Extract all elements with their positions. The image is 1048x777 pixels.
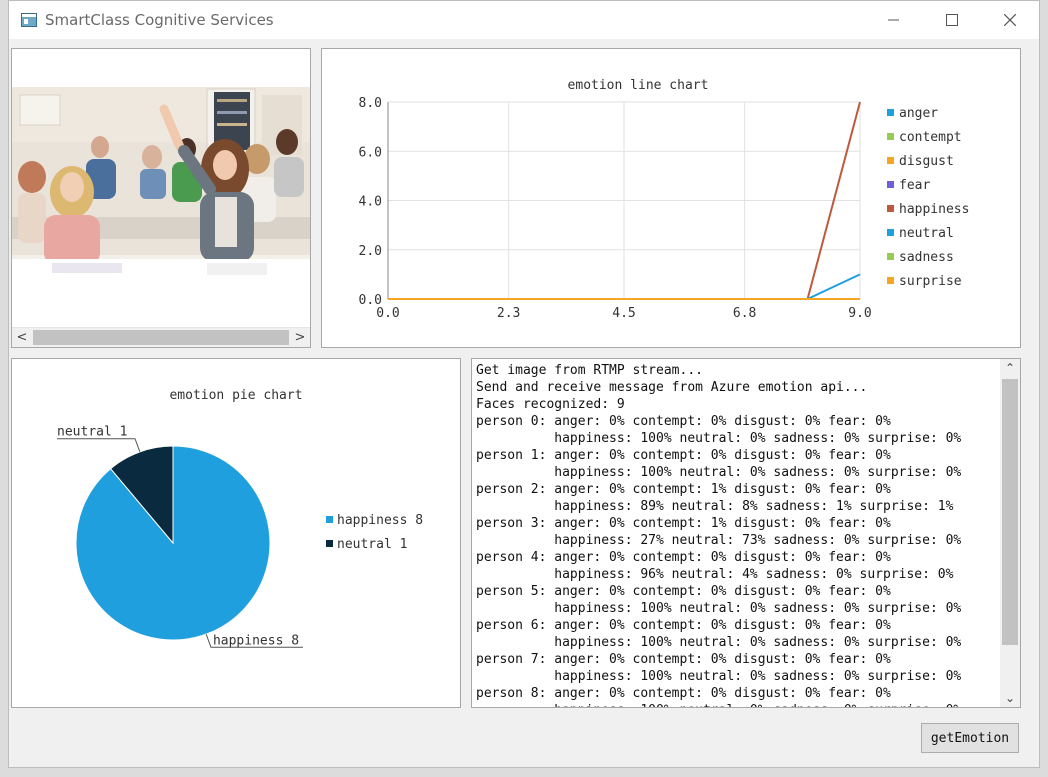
log-output-panel[interactable]: Get image from RTMP stream... Send and r… — [471, 358, 1021, 708]
x-tick-label: 4.5 — [612, 306, 635, 321]
minimize-button[interactable] — [865, 1, 923, 39]
chevron-left-icon: < — [16, 330, 28, 345]
log-line: happiness: 100% neutral: 0% sadness: 0% … — [476, 669, 962, 684]
legend-label-surprise: surprise — [899, 274, 962, 289]
legend-marker-happiness — [887, 205, 894, 212]
log-line: person 8: anger: 0% contempt: 0% disgust… — [476, 686, 891, 701]
log-line: happiness: 27% neutral: 73% sadness: 0% … — [476, 533, 962, 548]
legend-marker-fear — [887, 181, 894, 188]
legend-label-fear: fear — [899, 178, 930, 193]
pie-legend-label: happiness 8 — [337, 513, 423, 528]
scroll-down-button[interactable]: ⌄ — [1000, 689, 1020, 707]
log-line: happiness: 89% neutral: 8% sadness: 1% s… — [476, 499, 954, 514]
legend-marker-neutral — [887, 229, 894, 236]
pie-chart-title: emotion pie chart — [169, 388, 302, 403]
pie-legend-marker — [326, 540, 333, 547]
log-line: person 4: anger: 0% contempt: 0% disgust… — [476, 550, 891, 565]
log-line: person 7: anger: 0% contempt: 0% disgust… — [476, 652, 891, 667]
log-line: happiness: 100% neutral: 0% sadness: 0% … — [476, 431, 962, 446]
x-tick-label: 2.3 — [497, 306, 520, 321]
pie-callout-line — [57, 438, 141, 453]
pie-legend-label: neutral 1 — [337, 537, 407, 552]
maximize-button[interactable] — [923, 1, 981, 39]
line-chart-panel: emotion line chart 0.0 2.0 4.0 6.0 8.0 0.0 2.3 4… — [321, 48, 1021, 348]
log-line: person 2: anger: 0% contempt: 1% disgust… — [476, 482, 891, 497]
pie-callout-label: happiness 8 — [213, 633, 299, 648]
log-line: Get image from RTMP stream... — [476, 363, 703, 378]
scrollbar-thumb[interactable] — [33, 330, 289, 345]
legend-label-contempt: contempt — [899, 130, 962, 145]
emotion-line-chart: emotion line chart0.02.04.06.08.00.0 2.3 4… — [359, 78, 970, 321]
y-tick-label: 4.0 — [359, 195, 382, 210]
log-line: happiness: 100% neutral: 0% sadness: 0% … — [476, 635, 962, 650]
legend-marker-anger — [887, 109, 894, 116]
legend-label-neutral: neutral — [899, 226, 954, 241]
maximize-icon — [946, 14, 958, 26]
y-tick-label: 2.0 — [359, 244, 382, 259]
pie-chart-panel: emotion pie chart happiness 8 neutral 1 hap… — [11, 358, 461, 708]
line-chart-title: emotion line chart — [568, 78, 709, 93]
chevron-up-icon: ⌃ — [1004, 361, 1016, 375]
classroom-photo — [12, 87, 310, 287]
legend-marker-surprise — [887, 277, 894, 284]
legend-label-disgust: disgust — [899, 154, 954, 169]
chevron-down-icon: ⌄ — [1004, 691, 1016, 705]
y-tick-label: 6.0 — [359, 145, 382, 160]
log-line: Send and receive message from Azure emot… — [476, 380, 868, 395]
title-bar[interactable]: SmartClass Cognitive Services — [9, 1, 1039, 39]
scroll-up-button[interactable]: ⌃ — [1000, 359, 1020, 377]
log-line: person 3: anger: 0% contempt: 1% disgust… — [476, 516, 891, 531]
log-text: Get image from RTMP stream... Send and r… — [476, 362, 1000, 707]
log-line: person 6: anger: 0% contempt: 0% disgust… — [476, 618, 891, 633]
close-icon — [1004, 14, 1016, 26]
minimize-icon — [888, 19, 899, 21]
log-line: happiness: 96% neutral: 4% sadness: 0% s… — [476, 567, 954, 582]
get-emotion-button[interactable]: getEmotion — [921, 723, 1019, 753]
window-title: SmartClass Cognitive Services — [45, 11, 274, 29]
window-controls — [865, 1, 1039, 39]
log-line: person 0: anger: 0% contempt: 0% disgust… — [476, 414, 891, 429]
log-line: person 1: anger: 0% contempt: 0% disgust… — [476, 448, 891, 463]
legend-label-happiness: happiness — [899, 202, 969, 217]
legend-marker-sadness — [887, 253, 894, 260]
y-tick-label: 8.0 — [359, 96, 382, 111]
classroom-photo-image — [12, 87, 310, 287]
pie-callout-label: neutral 1 — [57, 425, 127, 440]
scroll-right-button[interactable]: > — [290, 328, 310, 347]
image-horizontal-scrollbar[interactable]: < > — [12, 327, 310, 347]
log-scrollbar-thumb[interactable] — [1002, 379, 1018, 645]
close-button[interactable] — [981, 1, 1039, 39]
emotion-pie-chart: emotion pie chart happiness 8 neutral 1 hap… — [57, 388, 423, 648]
legend-marker-contempt — [887, 133, 894, 140]
scroll-left-button[interactable]: < — [12, 328, 32, 347]
log-line: person 5: anger: 0% contempt: 0% disgust… — [476, 584, 891, 599]
legend-marker-disgust — [887, 157, 894, 164]
legend-label-sadness: sadness — [899, 250, 954, 265]
x-tick-label: 9.0 — [848, 306, 871, 321]
chevron-right-icon: > — [294, 330, 306, 345]
log-vertical-scrollbar[interactable]: ⌃ ⌄ — [1000, 359, 1020, 707]
x-tick-label: 0.0 — [376, 306, 399, 321]
pie-legend-marker — [326, 516, 333, 523]
app-window-icon — [21, 13, 37, 27]
x-tick-label: 6.8 — [733, 306, 756, 321]
legend-label-anger: anger — [899, 106, 938, 121]
log-line: Faces recognized: 9 — [476, 397, 625, 412]
image-panel: < > — [11, 48, 311, 348]
log-line: happiness: 100% neutral: 0% sadness: 0% … — [476, 601, 962, 616]
log-line: happiness: 100% neutral: 0% sadness: 0% … — [476, 703, 961, 707]
log-line: happiness: 100% neutral: 0% sadness: 0% … — [476, 465, 962, 480]
